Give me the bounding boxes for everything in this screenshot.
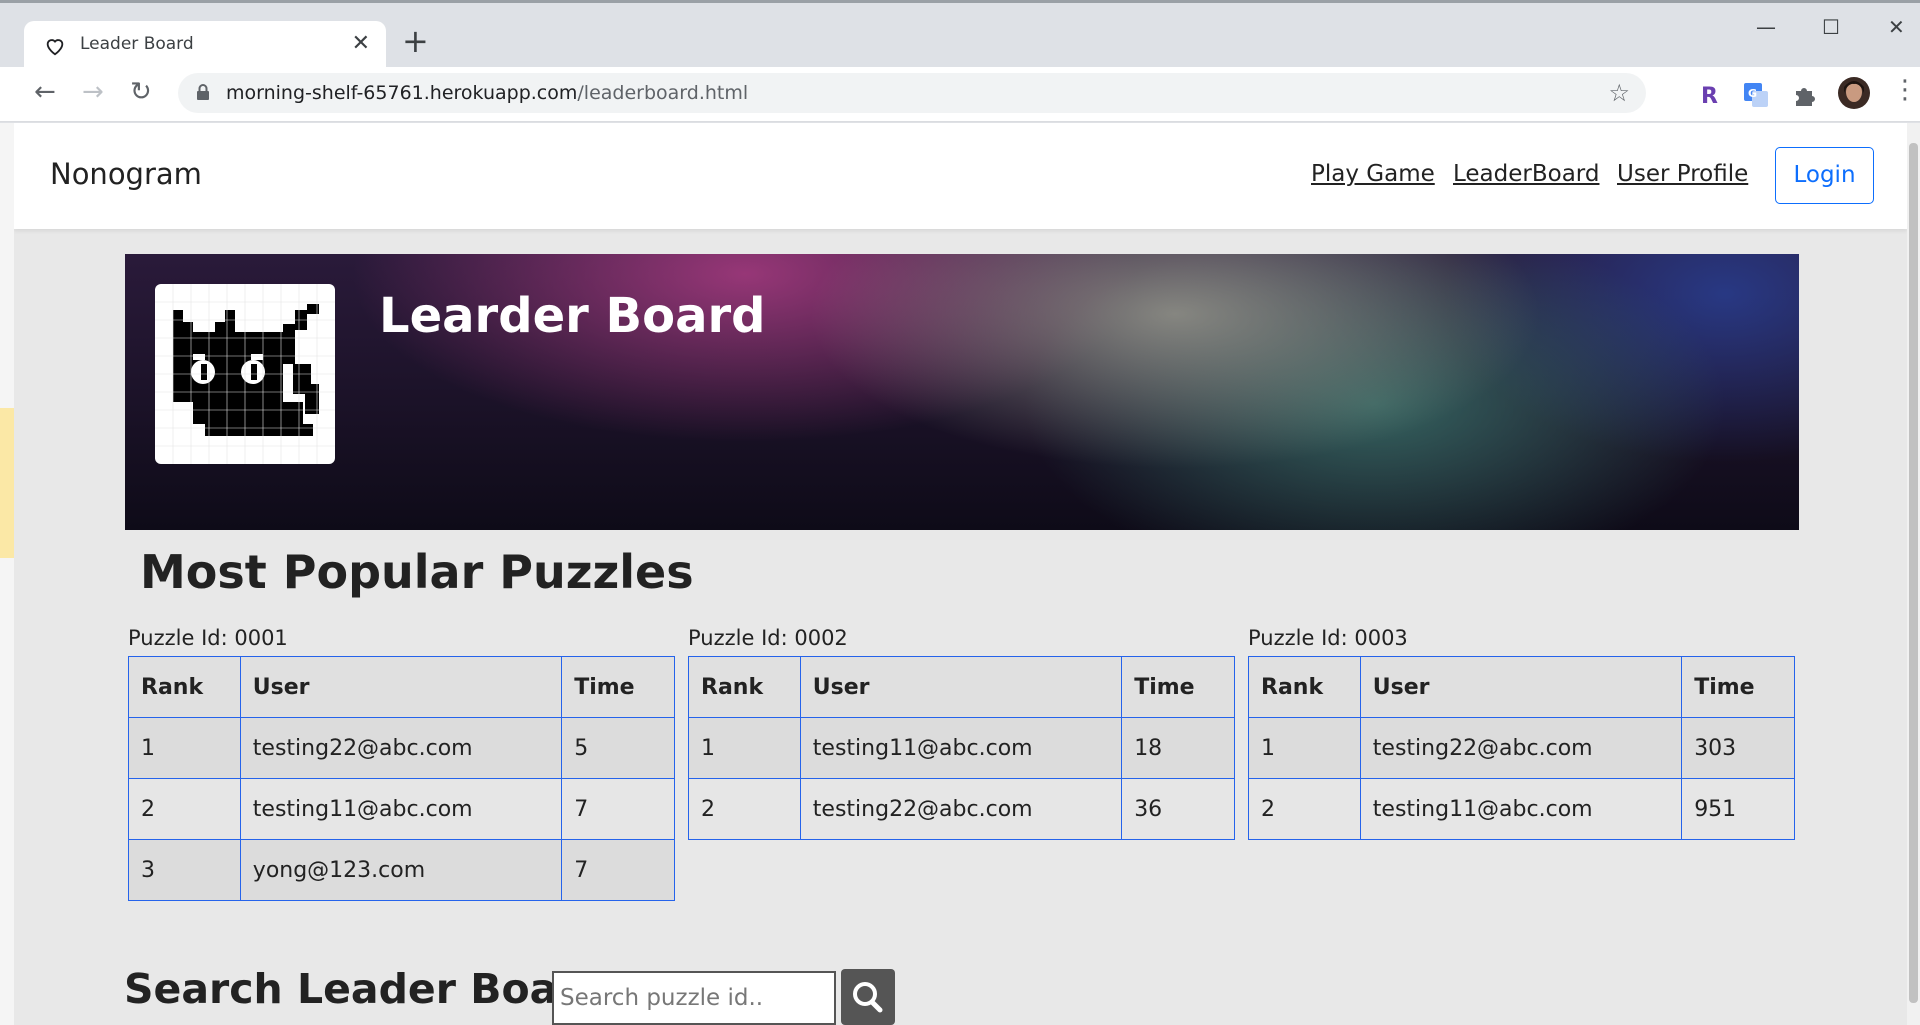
user-cell: testing22@abc.com [239, 717, 563, 779]
table-header-row: Rank User Time [128, 656, 675, 718]
svg-text:R: R [1701, 84, 1718, 109]
lock-icon [197, 84, 209, 100]
chrome-menu-icon[interactable]: ⋮ [1892, 75, 1918, 105]
table-header-row: Rank User Time [1248, 656, 1795, 718]
user-cell: testing11@abc.com [1359, 778, 1683, 840]
table-row: 3 yong@123.com 7 [128, 839, 675, 901]
rank-cell: 1 [1248, 717, 1361, 779]
table-row: 1 testing22@abc.com 303 [1248, 717, 1795, 779]
nav-leaderboard[interactable]: LeaderBoard [1453, 161, 1599, 187]
nav-play-game[interactable]: Play Game [1311, 161, 1435, 187]
table-row: 1 testing11@abc.com 18 [688, 717, 1235, 779]
user-cell: testing11@abc.com [239, 778, 563, 840]
rank-cell: 2 [688, 778, 801, 840]
leaderboard-table-0002: Rank User Time 1 testing11@abc.com 18 2 … [688, 656, 1235, 840]
svg-text:G: G [1748, 87, 1757, 100]
bookmark-star-icon[interactable]: ☆ [1608, 79, 1630, 107]
time-cell: 36 [1121, 778, 1235, 840]
search-input[interactable] [552, 971, 836, 1025]
extension-r-icon[interactable]: R [1694, 81, 1722, 109]
login-button[interactable]: Login [1775, 147, 1874, 204]
page-scrollbar[interactable] [1907, 123, 1920, 1025]
time-cell: 7 [561, 839, 675, 901]
table-row: 1 testing22@abc.com 5 [128, 717, 675, 779]
user-cell: yong@123.com [239, 839, 563, 901]
forward-icon[interactable]: → [82, 77, 104, 107]
table-row: 2 testing11@abc.com 951 [1248, 778, 1795, 840]
browser-tab[interactable]: Leader Board ✕ [24, 21, 386, 70]
table-row: 2 testing22@abc.com 36 [688, 778, 1235, 840]
browser-toolbar: ← → ↻ morning-shelf-65761.herokuapp.com/… [0, 67, 1920, 122]
nonogram-cat-logo [155, 284, 335, 464]
time-cell: 5 [561, 717, 675, 779]
window-close-icon[interactable]: ✕ [1888, 15, 1905, 39]
scrollbar-thumb[interactable] [1909, 143, 1918, 1003]
user-cell: testing22@abc.com [1359, 717, 1683, 779]
puzzle-label: Puzzle Id: 0003 [1248, 626, 1408, 650]
user-cell: testing11@abc.com [799, 717, 1123, 779]
column-header-rank: Rank [1248, 656, 1361, 718]
left-edge [0, 123, 14, 1025]
search-icon [853, 982, 883, 1013]
puzzle-label: Puzzle Id: 0002 [688, 626, 848, 650]
table-row: 2 testing11@abc.com 7 [128, 778, 675, 840]
heart-icon [46, 39, 64, 56]
rank-cell: 1 [128, 717, 241, 779]
maximize-icon[interactable]: ☐ [1822, 15, 1840, 39]
search-section-title: Search Leader Board [124, 965, 607, 1013]
banner-title: Learder Board [379, 288, 766, 344]
time-cell: 951 [1681, 778, 1795, 840]
column-header-user: User [799, 656, 1123, 718]
profile-avatar[interactable] [1838, 77, 1870, 109]
rank-cell: 2 [1248, 778, 1361, 840]
url-path: /leaderboard.html [577, 82, 749, 104]
close-tab-icon[interactable]: ✕ [352, 31, 370, 56]
minimize-icon[interactable]: — [1756, 15, 1776, 39]
column-header-time: Time [561, 656, 675, 718]
table-header-row: Rank User Time [688, 656, 1235, 718]
translate-icon[interactable]: G [1742, 81, 1770, 109]
nav-user-profile[interactable]: User Profile [1617, 161, 1748, 187]
address-bar[interactable]: morning-shelf-65761.herokuapp.com/leader… [178, 73, 1646, 113]
back-icon[interactable]: ← [34, 77, 56, 107]
page-content: Nonogram Play Game LeaderBoard User Prof… [14, 123, 1907, 1025]
column-header-user: User [1359, 656, 1683, 718]
tab-title: Leader Board [80, 34, 194, 54]
leaderboard-table-0003: Rank User Time 1 testing22@abc.com 303 2… [1248, 656, 1795, 840]
user-cell: testing22@abc.com [799, 778, 1123, 840]
time-cell: 18 [1121, 717, 1235, 779]
new-tab-icon[interactable]: + [402, 25, 429, 57]
time-cell: 303 [1681, 717, 1795, 779]
rank-cell: 1 [688, 717, 801, 779]
rank-cell: 2 [128, 778, 241, 840]
browser-tabstrip: Leader Board ✕ + — ☐ ✕ [0, 0, 1920, 70]
popular-puzzles-title: Most Popular Puzzles [140, 545, 694, 599]
cat-pixel-art [155, 284, 335, 464]
site-navbar: Nonogram Play Game LeaderBoard User Prof… [14, 123, 1907, 229]
brand[interactable]: Nonogram [50, 157, 202, 191]
search-button[interactable] [841, 969, 895, 1025]
column-header-rank: Rank [128, 656, 241, 718]
time-cell: 7 [561, 778, 675, 840]
hero-banner: Learder Board [125, 254, 1799, 530]
column-header-user: User [239, 656, 563, 718]
reload-icon[interactable]: ↻ [130, 77, 152, 107]
url-text: morning-shelf-65761.herokuapp.com/leader… [226, 82, 748, 104]
left-edge-marker [0, 408, 14, 558]
leaderboard-table-0001: Rank User Time 1 testing22@abc.com 5 2 t… [128, 656, 675, 901]
column-header-time: Time [1681, 656, 1795, 718]
extensions-puzzle-icon[interactable] [1790, 81, 1818, 109]
url-host: morning-shelf-65761.herokuapp.com [226, 82, 578, 104]
column-header-rank: Rank [688, 656, 801, 718]
puzzle-label: Puzzle Id: 0001 [128, 626, 288, 650]
column-header-time: Time [1121, 656, 1235, 718]
rank-cell: 3 [128, 839, 241, 901]
